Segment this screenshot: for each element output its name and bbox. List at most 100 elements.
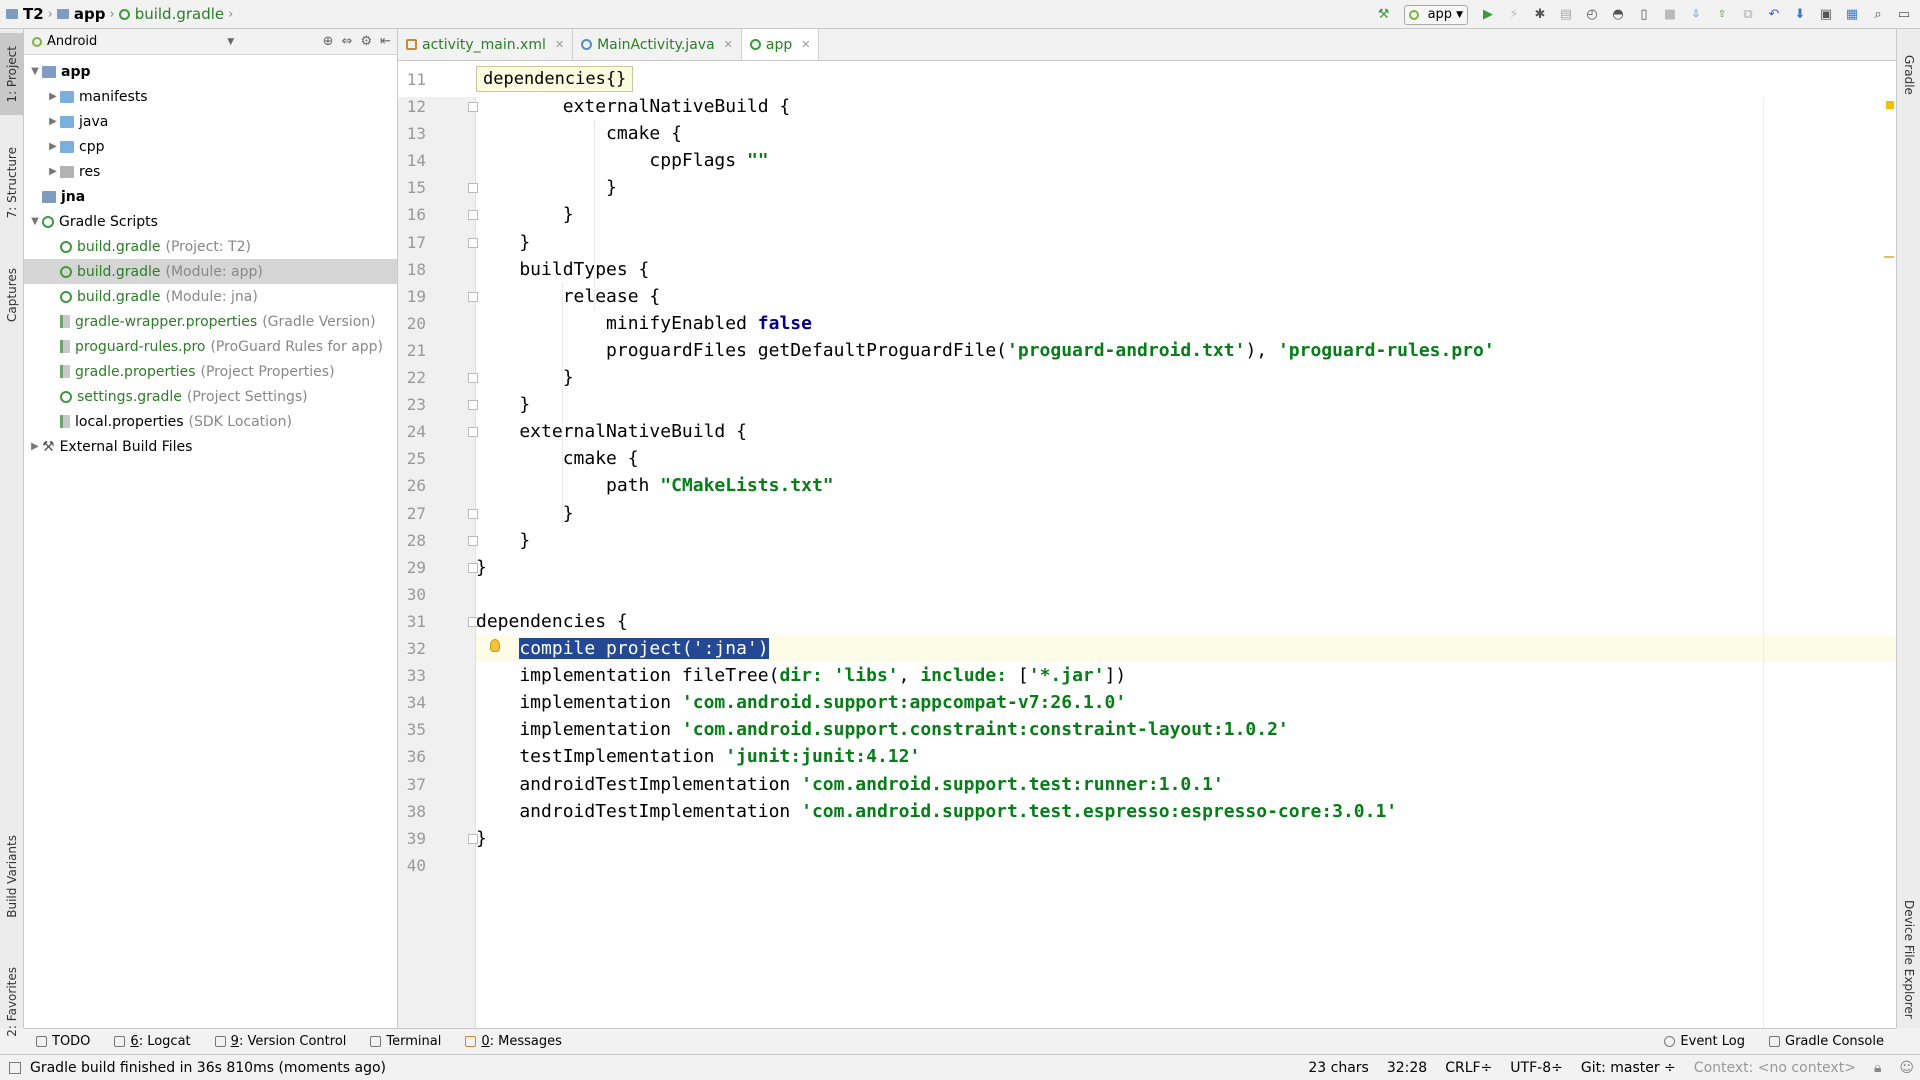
code-line[interactable]: cmake { — [476, 120, 682, 147]
undo-icon[interactable]: ↶ — [1762, 3, 1786, 27]
code-line[interactable]: } — [476, 391, 530, 418]
context-indicator[interactable]: Context: <no context> — [1694, 1060, 1856, 1076]
code-line[interactable]: } — [476, 527, 530, 554]
version-control-tool[interactable]: 9: Version Control — [203, 1029, 359, 1055]
tree-item[interactable]: jna — [24, 184, 397, 209]
expanded-arrow-icon[interactable]: ▼ — [28, 66, 42, 77]
debug-icon[interactable]: ✱ — [1528, 3, 1552, 27]
code-line[interactable]: } — [476, 364, 574, 391]
code-line[interactable]: buildTypes { — [476, 256, 649, 283]
editor-tab[interactable]: app ✕ — [741, 29, 820, 60]
code-line[interactable]: testImplementation 'junit:junit:4.12' — [476, 743, 920, 770]
editor-breadcrumb-popup[interactable]: dependencies{} — [476, 66, 634, 92]
tree-item[interactable]: ▶ java — [24, 109, 397, 134]
search-icon[interactable]: ⌕ — [1866, 3, 1890, 27]
collapse-icon[interactable]: ⇔ — [342, 34, 353, 49]
lightbulb-icon[interactable] — [490, 639, 500, 652]
gear-icon[interactable]: ⚙ — [360, 34, 372, 49]
tree-item[interactable]: settings.gradle (Project Settings) — [24, 384, 397, 409]
code-line[interactable]: } — [476, 174, 617, 201]
warning-marker[interactable] — [1886, 101, 1894, 109]
hammer-icon[interactable]: ⚒ — [1372, 3, 1396, 27]
expanded-arrow-icon[interactable]: ▼ — [28, 216, 42, 227]
vcs-compare-icon[interactable]: ⧉ — [1736, 3, 1760, 27]
tree-item[interactable]: build.gradle (Module: app) — [24, 259, 397, 284]
device-icon[interactable]: ▯ — [1632, 3, 1656, 27]
tree-item[interactable]: ▼ app — [24, 59, 397, 84]
tree-item[interactable]: gradle.properties (Project Properties) — [24, 359, 397, 384]
lock-icon[interactable]: 🔒︎ — [1874, 1060, 1881, 1076]
code-line[interactable]: cmake { — [476, 445, 639, 472]
status-icon[interactable] — [9, 1062, 21, 1074]
profile-icon[interactable]: ▤ — [1554, 3, 1578, 27]
git-branch[interactable]: Git: master ÷ — [1581, 1060, 1676, 1076]
code-line[interactable]: } — [476, 201, 574, 228]
locate-icon[interactable]: ⊕ — [323, 34, 334, 49]
event-log-tool[interactable]: Event Log — [1652, 1029, 1757, 1055]
close-icon[interactable]: ✕ — [724, 38, 733, 51]
apply-changes-icon[interactable]: ⚡ — [1502, 3, 1526, 27]
tab-gradle[interactable]: Gradle — [1897, 35, 1920, 115]
vcs-update-icon[interactable]: ⇩ — [1684, 3, 1708, 27]
code-line[interactable]: cppFlags "" — [476, 147, 768, 174]
tree-item[interactable]: local.properties (SDK Location) — [24, 409, 397, 434]
file-encoding[interactable]: UTF-8÷ — [1510, 1060, 1563, 1076]
inspector-icon[interactable]: ☺ — [1899, 1060, 1914, 1076]
tree-item[interactable]: ▶ res — [24, 159, 397, 184]
caret-position[interactable]: 32:28 — [1387, 1060, 1427, 1076]
sdk-manager-icon[interactable]: ⬇ — [1788, 3, 1812, 27]
collapsed-arrow-icon[interactable]: ▶ — [46, 116, 60, 127]
tree-item[interactable]: ▶ cpp — [24, 134, 397, 159]
code-line[interactable]: } — [476, 500, 574, 527]
code-line[interactable]: path "CMakeLists.txt" — [476, 472, 834, 499]
code-area[interactable]: testInstrumentationRunner "android.suppo… — [476, 97, 1896, 1028]
tree-item[interactable]: build.gradle (Module: jna) — [24, 284, 397, 309]
vcs-commit-icon[interactable]: ⇧ — [1710, 3, 1734, 27]
logcat-tool[interactable]: 6: Logcat — [102, 1029, 202, 1055]
tab-structure[interactable]: 7: Structure — [0, 129, 24, 237]
tree-item[interactable]: proguard-rules.pro (ProGuard Rules for ap… — [24, 334, 397, 359]
sync-icon[interactable]: ◓ — [1606, 3, 1630, 27]
code-line[interactable]: implementation fileTree(dir: 'libs', inc… — [476, 662, 1126, 689]
collapsed-arrow-icon[interactable]: ▶ — [46, 166, 60, 177]
code-line[interactable]: dependencies { — [476, 608, 628, 635]
tab-device-file-explorer[interactable]: Device File Explorer — [1897, 879, 1920, 1039]
breadcrumb-item-module[interactable]: app — [74, 5, 106, 23]
tab-project[interactable]: 1: Project — [0, 33, 24, 115]
tree-item[interactable]: gradle-wrapper.properties (Gradle Version… — [24, 309, 397, 334]
code-line[interactable]: minifyEnabled false — [476, 310, 812, 337]
close-icon[interactable]: ✕ — [555, 38, 564, 51]
code-line[interactable]: } — [476, 554, 487, 581]
tree-item[interactable]: ▶ ⚒ External Build Files — [24, 434, 397, 459]
close-icon[interactable]: ✕ — [801, 38, 810, 51]
code-line[interactable]: release { — [476, 283, 661, 310]
stop-icon[interactable]: ■ — [1658, 3, 1682, 27]
code-editor[interactable]: dependencies{} 11 12 13 14 15 16 17 18 19 20 21 22 2… — [398, 61, 1896, 1028]
status-message[interactable]: Gradle build finished in 36s 810ms (mome… — [0, 1060, 386, 1076]
editor-tab[interactable]: activity_main.xml ✕ — [398, 29, 574, 60]
run-icon[interactable]: ▶ — [1476, 3, 1500, 27]
collapsed-arrow-icon[interactable]: ▶ — [28, 441, 42, 452]
layout-icon[interactable]: ▭ — [1892, 3, 1916, 27]
tree-item[interactable]: build.gradle (Project: T2) — [24, 234, 397, 259]
editor-tab[interactable]: MainActivity.java ✕ — [573, 29, 742, 60]
gradle-console-tool[interactable]: Gradle Console — [1757, 1029, 1896, 1055]
messages-tool[interactable]: 0: Messages — [453, 1029, 574, 1055]
code-line[interactable]: proguardFiles getDefaultProguardFile('pr… — [476, 337, 1495, 364]
tab-captures[interactable]: Captures — [0, 251, 24, 339]
tree-item[interactable]: ▼ Gradle Scripts — [24, 209, 397, 234]
avd-manager-icon[interactable]: ▣ — [1814, 3, 1838, 27]
run-config-dropdown[interactable]: app ▼ — [1403, 4, 1468, 25]
chevron-down-icon[interactable]: ▼ — [227, 37, 234, 47]
tree-item[interactable]: ▶ manifests — [24, 84, 397, 109]
hide-icon[interactable]: ⇤ — [380, 34, 391, 49]
breadcrumb-item-file[interactable]: build.gradle — [135, 5, 224, 23]
change-marker[interactable] — [1884, 256, 1894, 258]
code-line[interactable]: } — [476, 229, 530, 256]
code-line[interactable]: externalNativeBuild { — [476, 97, 791, 120]
tab-favorites[interactable]: 2: Favorites — [0, 954, 24, 1050]
code-line[interactable]: implementation 'com.android.support.cons… — [476, 716, 1288, 743]
collapsed-arrow-icon[interactable]: ▶ — [46, 91, 60, 102]
project-structure-icon[interactable]: ▦ — [1840, 3, 1864, 27]
attach-debugger-icon[interactable]: ◴ — [1580, 3, 1604, 27]
